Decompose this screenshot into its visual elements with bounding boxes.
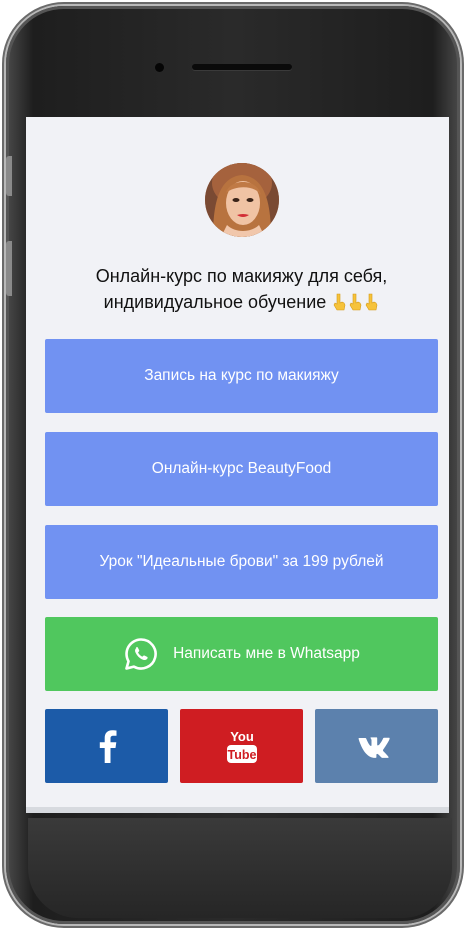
perfect-brows-lesson-button[interactable]: Урок "Идеальные брови" за 199 рублей	[45, 525, 438, 599]
avatar	[205, 163, 279, 237]
beautyfood-course-button[interactable]: Онлайн-курс BeautyFood	[45, 432, 438, 506]
phone-side-button	[6, 241, 12, 296]
whatsapp-button[interactable]: Написать мне в Whatsapp	[45, 617, 438, 691]
whatsapp-icon	[125, 638, 157, 670]
button-label: Запись на курс по макияжу	[144, 367, 339, 384]
profile-headline: Онлайн-курс по макияжу для себя, индивид…	[45, 263, 438, 315]
youtube-logo-text-top: You	[230, 729, 254, 744]
facebook-icon	[99, 730, 116, 763]
phone-screen: Онлайн-курс по макияжу для себя, индивид…	[26, 117, 449, 813]
facebook-button[interactable]	[45, 709, 168, 783]
front-camera	[155, 63, 164, 72]
button-label: Онлайн-курс BeautyFood	[151, 460, 332, 477]
pointing-down-emoji	[333, 292, 347, 311]
pointing-down-emoji	[365, 292, 379, 311]
youtube-icon: You Tube	[226, 729, 257, 763]
phone-side-button	[6, 156, 12, 196]
makeup-course-signup-button[interactable]: Запись на курс по макияжу	[45, 339, 438, 413]
youtube-button[interactable]: You Tube	[180, 709, 303, 783]
vk-icon	[358, 737, 390, 758]
button-label: Урок "Идеальные брови" за 199 рублей	[99, 553, 384, 570]
pointing-down-emoji	[349, 292, 363, 311]
earpiece-speaker	[192, 64, 292, 70]
vk-button[interactable]	[315, 709, 438, 783]
bottom-bezel	[28, 818, 452, 918]
button-label: Написать мне в Whatsapp	[173, 645, 360, 662]
youtube-logo-text-bottom: Tube	[227, 748, 256, 762]
